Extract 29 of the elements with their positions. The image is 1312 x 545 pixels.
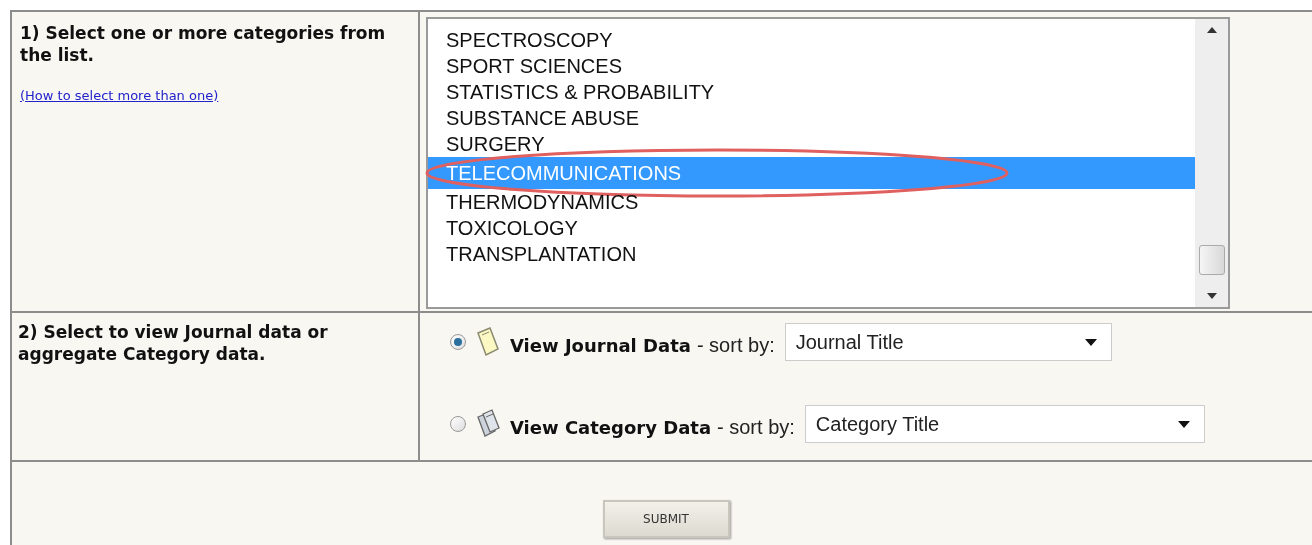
radio-button[interactable] bbox=[450, 416, 466, 432]
documents-icon bbox=[476, 409, 500, 439]
category-option[interactable]: SURGERY bbox=[428, 131, 1195, 157]
option-title: View Category Data bbox=[510, 415, 712, 440]
sort-dropdown[interactable]: Journal Title bbox=[784, 323, 1112, 361]
scrollbar[interactable] bbox=[1195, 19, 1228, 307]
step-label: 2) Select to view Journal data or aggregate Category data. bbox=[18, 321, 329, 365]
sort-label: - sort by: bbox=[717, 415, 795, 440]
scroll-up-icon[interactable] bbox=[1206, 27, 1217, 33]
step-label: 1) Select one or more categories from the list. bbox=[20, 22, 387, 66]
document-icon bbox=[476, 327, 500, 357]
category-option[interactable]: STATISTICS & PROBABILITY bbox=[428, 79, 1195, 105]
category-listbox[interactable]: SPECTROSCOPY SPORT SCIENCES STATISTICS & PROBABILITY SUBSTANCE ABUSE SURGERY TELECOMMUNICATIONS THERMODYNAMICS TOXICOLOGY TRANSPLANTATION bbox=[426, 17, 1230, 309]
category-option[interactable]: SPORT SCIENCES bbox=[428, 53, 1195, 79]
sort-dropdown[interactable]: Category Title bbox=[804, 405, 1205, 443]
scrollbar-thumb[interactable] bbox=[1198, 245, 1225, 275]
option-title: View Journal Data bbox=[510, 333, 691, 358]
submit-button[interactable]: SUBMIT bbox=[602, 500, 730, 538]
help-link[interactable]: (How to select more than one) bbox=[20, 86, 219, 106]
scroll-down-icon[interactable] bbox=[1206, 293, 1217, 299]
category-option[interactable]: SPECTROSCOPY bbox=[428, 27, 1195, 53]
category-option[interactable]: THERMODYNAMICS bbox=[428, 189, 1195, 215]
category-option[interactable]: TOXICOLOGY bbox=[428, 215, 1195, 241]
category-option[interactable]: TRANSPLANTATION bbox=[428, 241, 1195, 267]
category-option[interactable]: SUBSTANCE ABUSE bbox=[428, 105, 1195, 131]
radio-button[interactable] bbox=[450, 334, 466, 350]
caret-icon bbox=[1084, 338, 1097, 346]
caret-icon bbox=[1177, 420, 1190, 428]
sort-label: - sort by: bbox=[696, 333, 775, 358]
